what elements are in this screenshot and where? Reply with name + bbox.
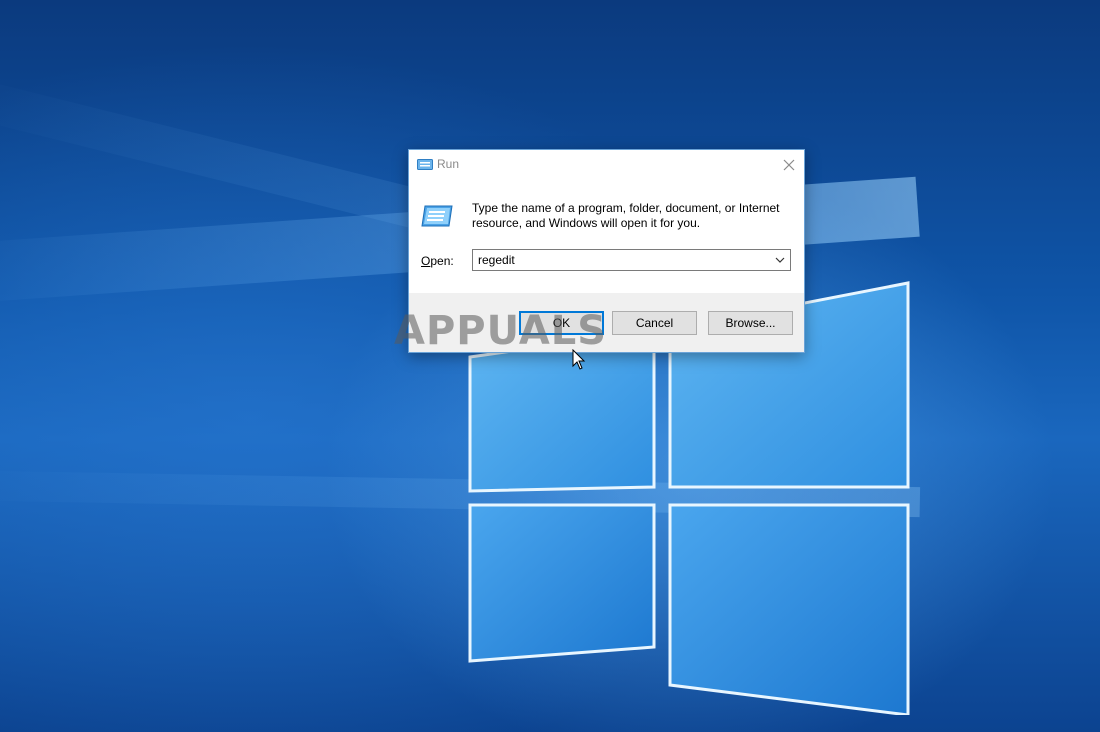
watermark-text: APPUALS — [394, 308, 608, 354]
dialog-description: Type the name of a program, folder, docu… — [472, 201, 780, 230]
close-button[interactable] — [774, 150, 804, 179]
window-title: Run — [437, 157, 460, 171]
combobox-dropdown-button[interactable] — [772, 251, 788, 269]
open-label: Open: — [421, 254, 454, 268]
chevron-down-icon — [775, 257, 785, 263]
run-icon — [417, 159, 433, 170]
mouse-pointer-icon — [572, 349, 586, 370]
open-combobox[interactable]: regedit — [472, 249, 791, 271]
open-label-accesskey: O — [421, 254, 431, 268]
cancel-button[interactable]: Cancel — [612, 311, 697, 335]
dialog-body: Type the name of a program, folder, docu… — [409, 179, 804, 293]
open-label-text: pen: — [430, 254, 454, 268]
close-icon — [783, 159, 795, 170]
open-input[interactable]: regedit — [478, 253, 515, 267]
run-program-icon — [421, 205, 453, 227]
browse-button[interactable]: Browse... — [708, 311, 793, 335]
title-bar[interactable]: Run — [409, 150, 804, 179]
desktop-wallpaper — [0, 0, 1100, 732]
